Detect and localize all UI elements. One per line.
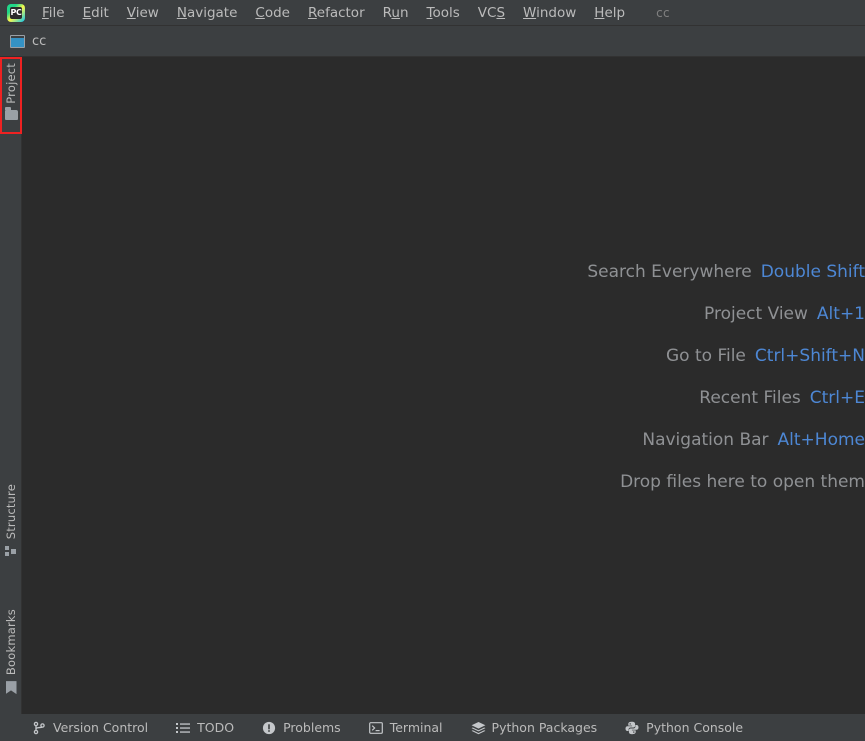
hint-shortcut: Double Shift: [760, 262, 865, 282]
status-item-label: Terminal: [389, 720, 443, 735]
hint-label: Recent Files: [699, 388, 801, 408]
breadcrumb-project[interactable]: cc: [10, 34, 46, 49]
editor-hint-list: Search Everywhere Double Shift Project V…: [305, 262, 865, 492]
menu-project-label: cc: [656, 5, 670, 20]
hint-search-everywhere[interactable]: Search Everywhere Double Shift: [305, 262, 865, 282]
sidebar-item-structure-label: Structure: [4, 484, 18, 540]
sidebar-item-bookmarks[interactable]: Bookmarks: [0, 609, 22, 695]
hint-label: Drop files here to open them: [620, 472, 865, 492]
status-item-label: Problems: [283, 720, 341, 735]
sidebar-item-project-label: Project: [4, 63, 18, 104]
hint-drop-files: Drop files here to open them: [305, 472, 865, 492]
pycharm-logo-icon: PC: [7, 3, 25, 22]
status-item-terminal[interactable]: Terminal: [368, 720, 443, 735]
exclamation-circle-icon: [262, 721, 276, 735]
hint-label: Search Everywhere: [587, 262, 752, 282]
menu-item-navigate[interactable]: Navigate: [168, 3, 247, 23]
pycharm-logo-initials: PC: [10, 7, 22, 17]
hint-shortcut: Alt+1: [816, 304, 865, 324]
breadcrumb-label: cc: [32, 34, 47, 49]
list-icon: [176, 721, 191, 735]
menu-item-run[interactable]: Run: [374, 3, 418, 23]
menu-bar: PC File Edit View Navigate Code Refactor…: [0, 0, 865, 26]
navigation-bar: cc: [0, 26, 865, 57]
status-item-label: TODO: [197, 720, 235, 735]
menu-item-refactor[interactable]: Refactor: [299, 3, 374, 23]
left-tool-stripe: Project Structure Bookmarks: [0, 57, 22, 714]
menu-item-vcs[interactable]: VCS: [469, 3, 514, 23]
python-icon: [625, 721, 639, 735]
hint-label: Navigation Bar: [642, 430, 769, 450]
hint-label: Project View: [704, 304, 808, 324]
status-item-todo[interactable]: TODO: [176, 720, 234, 735]
editor-empty-area: Search Everywhere Double Shift Project V…: [22, 57, 865, 714]
sidebar-item-project[interactable]: Project: [0, 63, 22, 120]
sidebar-item-structure[interactable]: Structure: [0, 484, 22, 557]
hint-project-view[interactable]: Project View Alt+1: [305, 304, 865, 324]
structure-icon: [5, 545, 17, 557]
sidebar-item-bookmarks-label: Bookmarks: [4, 609, 18, 676]
menu-item-tools[interactable]: Tools: [418, 3, 469, 23]
hint-shortcut: Alt+Home: [777, 430, 865, 450]
menu-item-window[interactable]: Window: [514, 3, 585, 23]
folder-icon: [4, 106, 18, 120]
status-item-label: Python Packages: [491, 720, 598, 735]
pycharm-window: PC File Edit View Navigate Code Refactor…: [0, 0, 865, 741]
layers-icon: [471, 721, 485, 735]
project-module-icon: [10, 35, 25, 48]
hint-shortcut: Ctrl+E: [809, 388, 865, 408]
hint-go-to-file[interactable]: Go to File Ctrl+Shift+N: [305, 346, 865, 366]
menu-item-file[interactable]: File: [33, 3, 74, 23]
status-item-python-console[interactable]: Python Console: [625, 720, 743, 735]
hint-recent-files[interactable]: Recent Files Ctrl+E: [305, 388, 865, 408]
status-item-label: Python Console: [646, 720, 744, 735]
bookmark-icon: [5, 681, 17, 695]
hint-label: Go to File: [666, 346, 746, 366]
branch-icon: [32, 721, 46, 735]
menu-item-help[interactable]: Help: [585, 3, 634, 23]
menu-item-view[interactable]: View: [118, 3, 168, 23]
hint-navigation-bar[interactable]: Navigation Bar Alt+Home: [305, 430, 865, 450]
status-item-version-control[interactable]: Version Control: [32, 720, 148, 735]
status-item-python-packages[interactable]: Python Packages: [471, 720, 598, 735]
menu-item-edit[interactable]: Edit: [74, 3, 118, 23]
terminal-icon: [368, 721, 383, 735]
status-item-label: Version Control: [53, 720, 149, 735]
menu-item-code[interactable]: Code: [246, 3, 299, 23]
status-item-problems[interactable]: Problems: [262, 720, 341, 735]
hint-shortcut: Ctrl+Shift+N: [754, 346, 865, 366]
status-bar: Version Control TODO Problems Terminal P…: [0, 714, 865, 741]
